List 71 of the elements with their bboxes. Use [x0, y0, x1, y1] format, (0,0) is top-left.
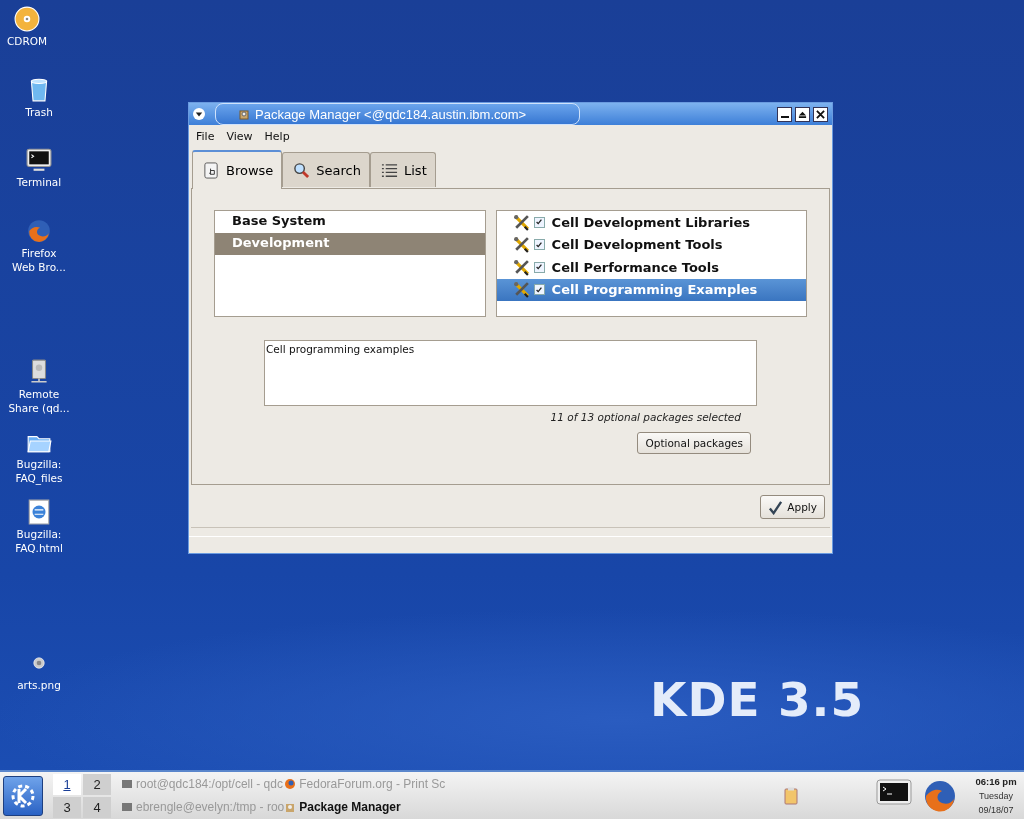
maximize-button[interactable]: [795, 106, 810, 122]
check-icon: [768, 499, 784, 515]
virtual-desktop[interactable]: 4: [83, 796, 111, 818]
window-menu-button[interactable]: [193, 108, 205, 120]
checkbox[interactable]: [533, 216, 545, 228]
checkbox[interactable]: [533, 261, 545, 273]
clock-day: Tuesday: [978, 788, 1014, 803]
caret-icon: [195, 110, 203, 118]
virtual-desktop[interactable]: 3: [53, 796, 81, 818]
package-name: Cell Development Libraries: [551, 214, 750, 230]
tools-icon: [512, 281, 530, 299]
menu-item[interactable]: File: [196, 130, 215, 143]
package-icon: [284, 801, 297, 813]
package-row[interactable]: Cell Programming Examples: [496, 278, 806, 301]
terminal-icon[interactable]: [26, 147, 52, 173]
package-name: Cell Programming Examples: [551, 282, 758, 298]
hand-pointer-icon: [203, 162, 220, 179]
desktop-icon-label[interactable]: Bugzilla: FAQ.html: [15, 527, 63, 555]
disc-icon[interactable]: [14, 6, 40, 32]
search-icon: [293, 161, 311, 179]
minimize-icon: [780, 116, 789, 118]
wallpaper-logo-text: KDE 3.5: [650, 672, 865, 727]
checkbox[interactable]: [533, 239, 545, 251]
package-row[interactable]: Cell Performance Tools: [496, 256, 806, 279]
list-icon: [381, 161, 398, 179]
group-item[interactable]: Base System: [215, 211, 485, 233]
menu-item[interactable]: Help: [264, 130, 290, 143]
package-name: Cell Performance Tools: [551, 259, 719, 275]
group-item[interactable]: Development: [215, 233, 485, 255]
package-row[interactable]: Cell Development Tools: [496, 233, 806, 256]
checkbox[interactable]: [533, 284, 545, 296]
window-title: Package Manager <@qdc184.austin.ibm.com>: [255, 106, 527, 122]
tab[interactable]: Browse: [192, 150, 283, 189]
web-page-icon[interactable]: [26, 499, 52, 525]
desktop-icon-label[interactable]: Firefox Web Bro...: [12, 246, 66, 274]
selection-status: 11 of 13 optional packages selected: [550, 411, 741, 423]
virtual-desktop[interactable]: 1: [53, 773, 81, 795]
desktop-icon-label[interactable]: Trash: [25, 105, 53, 119]
optional-packages-button[interactable]: Optional packages: [637, 432, 751, 454]
image-file-icon[interactable]: [32, 656, 46, 670]
virtual-desktop[interactable]: 2: [83, 773, 111, 795]
close-icon: [816, 109, 825, 119]
desktop-icon-label[interactable]: Bugzilla: FAQ_files: [15, 457, 63, 485]
tab[interactable]: Search: [282, 152, 370, 187]
minimize-button[interactable]: [777, 106, 792, 122]
tools-icon: [512, 258, 530, 276]
apply-button[interactable]: Apply: [760, 495, 825, 519]
tab[interactable]: List: [370, 152, 436, 187]
package-row[interactable]: Cell Development Libraries: [496, 211, 806, 234]
terminal-icon: [121, 801, 133, 813]
globe-fox-icon: [284, 778, 297, 790]
clock-time: 06:16 pm: [975, 774, 1017, 789]
clipboard-icon[interactable]: [784, 786, 798, 805]
terminal-icon: [121, 778, 133, 790]
clock[interactable]: 06:16 pm Tuesday 09/18/07: [968, 774, 1024, 817]
description-text: Cell programming examples: [266, 343, 415, 355]
clock-date: 09/18/07: [978, 803, 1014, 817]
task-button[interactable]: Package Manager: [284, 796, 446, 818]
close-button[interactable]: [813, 106, 828, 122]
globe-fox-icon[interactable]: [26, 218, 52, 244]
package-icon: [238, 108, 250, 120]
package-name: Cell Development Tools: [551, 237, 723, 253]
menu-item[interactable]: View: [226, 130, 253, 143]
tools-icon: [512, 213, 530, 231]
kde-menu-button[interactable]: [3, 775, 43, 816]
maximize-icon: [798, 109, 807, 119]
desktop-icon-label[interactable]: Remote Share (qd...: [8, 387, 70, 415]
desktop-icon-label[interactable]: arts.png: [17, 678, 61, 692]
desktop-icon-label[interactable]: CDROM: [6, 34, 47, 48]
desktop-icon-label[interactable]: Terminal: [16, 175, 62, 189]
tools-icon: [512, 236, 530, 254]
